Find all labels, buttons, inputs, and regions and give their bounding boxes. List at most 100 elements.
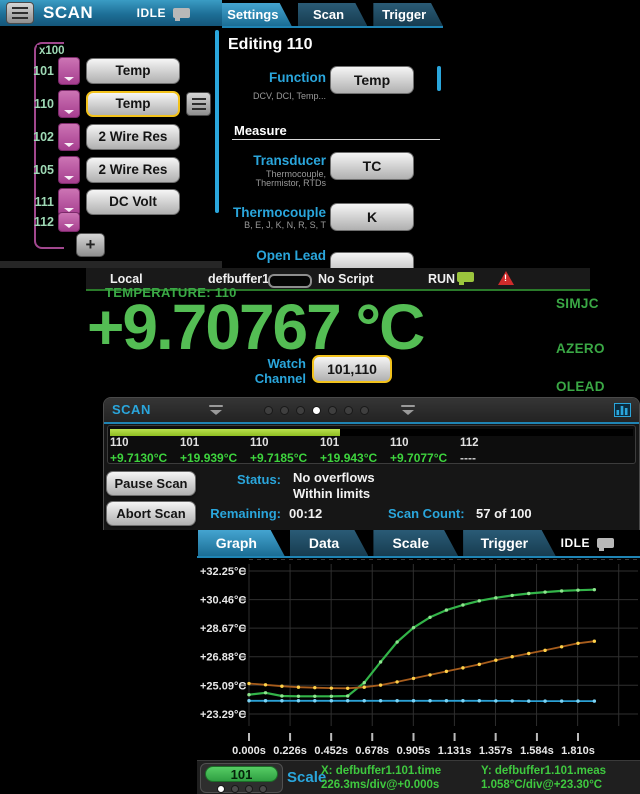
watch-channel-button[interactable]: 101,110 [312,355,392,383]
buffer-label[interactable]: defbuffer1 [208,272,269,286]
channel-number: 110 [0,97,54,111]
script-label[interactable]: No Script [318,272,374,286]
trigger-idle-flag-icon [597,538,614,548]
temperature-chart[interactable]: +32.25°C+30.46°C+28.67°C+26.88°C+25.09°C… [197,558,640,760]
reading-channel: 101 [320,437,390,449]
reading-channel: 110 [390,437,460,449]
swipe-down-icon[interactable] [400,404,416,415]
tab-scan[interactable]: Scan [298,3,368,26]
reading-channel: 110 [250,437,320,449]
abort-scan-button[interactable]: Abort Scan [106,501,196,526]
transducer-value-button[interactable]: TC [330,152,414,180]
scan-readings-box: 110 +9.7130°C 101 +19.939°C 110 +9.7185°… [107,425,636,464]
trigger-state-label: IDLE [137,6,166,20]
reading-value: +9.7077°C [390,451,447,465]
annunciator-azero: AZERO [556,341,605,356]
tab-trigger[interactable]: Trigger [373,3,443,26]
tab-underline [222,26,443,28]
graph-footer-bar: 101 Scale X: defbuffer1.101.time 226.3ms… [197,760,640,794]
x-source-label: X: defbuffer1.101.time [321,764,441,778]
add-channel-button[interactable]: + [76,233,105,257]
trigger-state: IDLE [561,530,640,556]
swipe-pager-dots[interactable] [264,406,369,415]
reading-channel: 112 [460,437,530,449]
pager-dot [344,406,353,415]
channel-toggle-icon[interactable] [58,90,80,118]
channel-function-button[interactable]: DC Volt [86,189,180,215]
graph-screen: Graph Data Scale Trigger IDLE +32.25°C+3… [197,530,640,793]
annunciator-simjc: SIMJC [556,296,599,311]
trace-channel-button[interactable]: 101 [205,766,278,782]
channel-toggle-icon[interactable] [58,156,80,184]
channel-row: 110 Temp [0,90,211,117]
run-label: RUN [428,272,455,286]
warning-icon[interactable] [498,271,514,285]
x-scale-label: 226.3ms/div@+0.000s [321,778,441,792]
trace-pager-dots[interactable] [201,785,282,793]
y-axis-info: Y: defbuffer1.101.meas 1.058°C/div@+23.3… [481,764,606,792]
channel-function-button[interactable]: Temp [86,58,180,84]
channel-function-button-selected[interactable]: Temp [86,91,180,117]
channel-toggle-icon[interactable] [58,212,80,232]
reading-cell: 101 +19.939°C [180,437,250,467]
channel-number: 105 [0,163,54,177]
scrollbar[interactable] [437,66,441,91]
channel-function-button[interactable]: 2 Wire Res [86,124,180,150]
channel-menu-icon[interactable] [186,92,211,116]
tab-scale[interactable]: Scale [373,530,458,556]
pager-dot [312,406,321,415]
svg-text:+32.25°C: +32.25°C [200,566,246,578]
y-source-label: Y: defbuffer1.101.meas [481,764,606,778]
watch-label-line2: Channel [206,371,306,386]
mode-label[interactable]: Local [110,272,143,286]
tab-data[interactable]: Data [290,530,369,556]
open-lead-label: Open Lead [222,248,326,263]
remaining-label: Remaining: [208,506,281,521]
reading-value: +9.7185°C [250,451,307,465]
watch-channel-label: Watch Channel [206,356,306,386]
reading-value: +19.943°C [320,451,377,465]
reading-cell: 101 +19.943°C [320,437,390,467]
channel-number: 112 [0,215,54,229]
function-value-button[interactable]: Temp [330,66,414,94]
channel-number: 101 [0,64,54,78]
swipe-down-icon[interactable] [208,404,224,415]
scan-header-bar: SCAN IDLE [0,0,222,26]
function-label: Function [222,70,326,85]
settings-screen: Settings Scan Trigger Editing 110 Functi… [222,0,443,268]
trace-green [249,590,594,697]
swipe-panel-header[interactable]: SCAN [104,398,639,424]
graph-tab-bar: Graph Data Scale Trigger IDLE [198,530,640,556]
graph-shortcut-icon[interactable] [614,403,631,417]
thermocouple-value-button[interactable]: K [330,203,414,231]
menu-icon[interactable] [6,2,34,24]
svg-text:0.905s: 0.905s [397,745,431,757]
svg-text:1.131s: 1.131s [438,745,472,757]
scrollbar[interactable] [215,30,219,213]
tab-graph[interactable]: Graph [198,530,285,556]
reading-value: +9.7130°C [110,451,167,465]
svg-text:0.000s: 0.000s [232,745,266,757]
scan-count-label: Scan Count: [388,506,465,521]
trigger-state: IDLE [137,6,190,20]
run-flag-icon [457,272,474,282]
channel-toggle-icon[interactable] [58,123,80,151]
trace-channel-widget[interactable]: 101 [200,763,283,793]
channel-row: 101 Temp [0,57,180,84]
transducer-label: Transducer [222,153,326,168]
scan-progress-track [110,429,633,436]
channel-toggle-icon[interactable] [58,57,80,85]
remaining-value: 00:12 [289,506,322,521]
trigger-idle-flag-icon [173,8,190,18]
tab-trigger[interactable]: Trigger [463,530,556,556]
reading-value: +19.939°C [180,451,237,465]
tab-settings[interactable]: Settings [222,3,292,26]
pager-dot [264,406,273,415]
trigger-state-label: IDLE [561,536,590,550]
svg-text:+26.88°C: +26.88°C [200,652,246,664]
channel-function-button[interactable]: 2 Wire Res [86,157,180,183]
scan-readings-row: 110 +9.7130°C 101 +19.939°C 110 +9.7185°… [108,437,635,467]
channel-row: 105 2 Wire Res [0,156,180,183]
pause-scan-button[interactable]: Pause Scan [106,471,196,496]
svg-text:1.584s: 1.584s [520,745,554,757]
